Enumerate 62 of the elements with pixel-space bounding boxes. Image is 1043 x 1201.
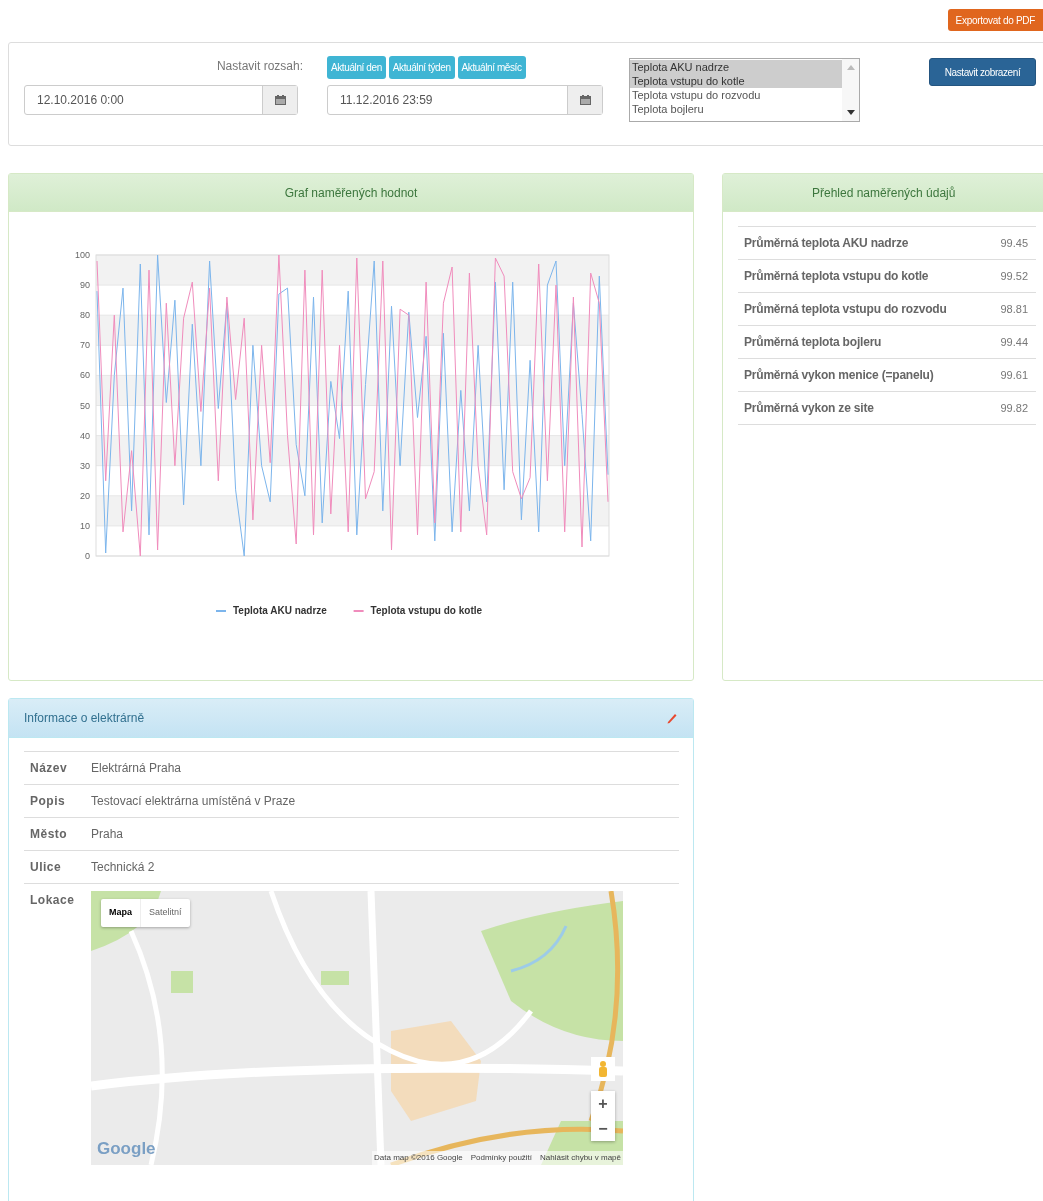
field-label: Ulice <box>29 859 63 876</box>
summary-label: Průměrná vykon menice (=panelu) <box>744 367 934 384</box>
summary-value: 99.61 <box>1000 367 1029 383</box>
tick-label: 60 <box>80 370 90 381</box>
summary-label: Průměrná vykon ze site <box>744 400 874 417</box>
edit-pencil-icon[interactable] <box>666 712 678 724</box>
panel-title: Informace o elektrárně <box>24 710 145 727</box>
field-label: Město <box>29 826 69 843</box>
summary-value: 98.81 <box>1000 301 1029 317</box>
field-label: Název <box>29 760 69 777</box>
tick-label: 80 <box>80 310 90 321</box>
map-link[interactable]: Nahlásit chybu v mapě <box>540 1152 621 1164</box>
panel-title: Přehled naměřených údajů <box>812 184 956 202</box>
series-listbox[interactable]: Teplota AKU nadrze Teplota vstupu do kotle Teplota vstupu do rozvodu Teplota bojleru <box>629 58 860 122</box>
person-icon <box>598 1061 608 1077</box>
field-value: Elektrárná Praha <box>91 760 182 777</box>
date-field[interactable]: 12.10.2016 0:00 <box>24 85 298 115</box>
legend-item[interactable]: Teplota vstupu do kotle <box>352 605 483 616</box>
summary-value: 99.45 <box>1000 235 1029 251</box>
summary-value: 99.52 <box>1000 268 1029 284</box>
summary-value: 99.44 <box>1000 334 1029 350</box>
tick-label: 10 <box>80 520 90 531</box>
summary-value: 99.82 <box>1000 400 1029 416</box>
range-label: Nastavit rozsah: <box>216 58 303 75</box>
tick-label: 70 <box>80 340 90 351</box>
series-option[interactable]: Teplota AKU nadrze <box>630 60 842 74</box>
series-option[interactable]: Teplota vstupu do kotle <box>630 74 842 88</box>
tick-label: 30 <box>80 460 90 471</box>
summary-label: Průměrná teplota bojleru <box>744 334 882 351</box>
map-link[interactable]: Podmínky použití <box>470 1152 533 1164</box>
summary-label: Průměrná teplota vstupu do kotle <box>744 268 929 285</box>
street-view-button[interactable] <box>591 1057 615 1081</box>
tick-label: 90 <box>80 280 90 291</box>
tick-label: 40 <box>80 430 90 441</box>
scrollbar[interactable] <box>842 59 859 121</box>
tick-label: 50 <box>80 400 90 411</box>
field-value: Testovací elektrárna umístěná v Praze <box>91 793 296 810</box>
tick-label: 100 <box>74 250 90 260</box>
calendar-icon <box>274 95 286 105</box>
map-type-button[interactable]: Satelitní <box>140 899 190 927</box>
panel-title: Graf naměřených hodnot <box>284 184 418 202</box>
series-option[interactable]: Teplota vstupu do rozvodu <box>630 88 842 102</box>
calendar-icon <box>579 95 591 105</box>
summary-label: Průměrná teplota AKU nadrze <box>744 235 909 252</box>
tick-label: 0 <box>85 551 90 561</box>
zoom-out-button[interactable]: − <box>591 1116 615 1141</box>
scroll-down-icon[interactable] <box>846 110 855 115</box>
apply-button[interactable]: Nastavit zobrazení <box>929 58 1036 86</box>
tick-label: 20 <box>80 490 90 501</box>
map-logo: Google <box>97 1137 156 1160</box>
field-label: Lokace <box>29 892 76 909</box>
zoom-in-button[interactable]: + <box>591 1091 615 1116</box>
scroll-up-icon[interactable] <box>846 65 855 70</box>
field-value: Praha <box>91 826 124 843</box>
field-label: Popis <box>29 793 67 810</box>
map-attribution: Data map ©2016 Google <box>374 1152 463 1164</box>
series-option[interactable]: Teplota bojleru <box>630 102 842 116</box>
legend-label: Teplota AKU nadrze <box>233 605 328 616</box>
legend-item[interactable]: Teplota AKU nadrze <box>215 605 327 616</box>
field-value: Technická 2 <box>91 859 155 876</box>
summary-label: Průměrná teplota vstupu do rozvodu <box>744 301 947 318</box>
date-field[interactable]: 11.12.2016 23:59 <box>327 85 603 115</box>
